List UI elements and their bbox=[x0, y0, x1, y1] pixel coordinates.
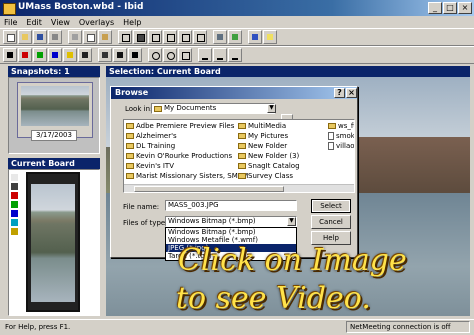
list-item[interactable]: villao bbox=[328, 141, 354, 151]
list-item[interactable]: Kevin's ITV bbox=[126, 161, 236, 171]
board-preview[interactable] bbox=[26, 172, 80, 312]
browse-dialog: Browse ? × Look in: My Documents ▼ Adbe … bbox=[110, 86, 358, 261]
overlay-line-2[interactable]: to see Video. bbox=[176, 281, 371, 316]
menu-overlays[interactable]: Overlays bbox=[79, 18, 114, 27]
menu-edit[interactable]: Edit bbox=[26, 18, 42, 27]
menu-bar: File Edit View Overlays Help bbox=[0, 16, 474, 28]
list-item[interactable]: My Pictures bbox=[238, 131, 318, 141]
status-bar: For Help, press F1. NetMeeting connectio… bbox=[0, 319, 474, 335]
look-in-value: My Documents bbox=[164, 104, 217, 112]
list-item[interactable]: MultiMedia bbox=[238, 121, 318, 131]
look-in-label: Look in: bbox=[125, 105, 153, 113]
yellow-pen-icon[interactable] bbox=[63, 48, 77, 62]
files-of-type-label: Files of type: bbox=[123, 219, 168, 227]
red-pen-icon[interactable] bbox=[18, 48, 32, 62]
new-icon[interactable] bbox=[3, 30, 17, 44]
save-icon[interactable] bbox=[33, 30, 47, 44]
list-item[interactable]: ws_ft bbox=[328, 121, 354, 131]
dialog-help-icon[interactable]: ? bbox=[334, 88, 345, 98]
layout-5-icon[interactable] bbox=[178, 30, 192, 44]
list-item[interactable]: Marist Missionary Sisters, SMSM bbox=[126, 171, 248, 181]
app-icon bbox=[3, 3, 16, 15]
green-pen-icon[interactable] bbox=[33, 48, 47, 62]
dialog-close-icon[interactable]: × bbox=[346, 88, 357, 98]
look-in-dropdown-icon[interactable]: ▼ bbox=[267, 104, 276, 113]
select-icon[interactable] bbox=[3, 48, 17, 62]
overlay-icon[interactable] bbox=[228, 30, 242, 44]
title-bar: UMass Boston.wbd - Ibid _ □ × bbox=[0, 0, 474, 16]
cut-icon[interactable] bbox=[68, 30, 82, 44]
netmeeting-status: NetMeeting connection is off bbox=[346, 321, 470, 333]
snapshots-panel: Snapshots: 1 3/17/2003 bbox=[8, 66, 100, 154]
black-pen-icon[interactable] bbox=[78, 48, 92, 62]
frame-icon[interactable] bbox=[178, 48, 192, 62]
help-icon[interactable] bbox=[263, 30, 277, 44]
line-tool-icon[interactable] bbox=[198, 48, 212, 62]
current-board-panel: Current Board bbox=[8, 158, 100, 316]
minimize-button[interactable]: _ bbox=[428, 2, 442, 14]
layout-3-icon[interactable] bbox=[148, 30, 162, 44]
list-item[interactable]: New Folder bbox=[238, 141, 318, 151]
swatch-dark-gray[interactable] bbox=[11, 183, 18, 190]
grid-icon[interactable] bbox=[213, 30, 227, 44]
list-item[interactable]: DL Training bbox=[126, 141, 236, 151]
menu-file[interactable]: File bbox=[4, 18, 17, 27]
swatch-olive[interactable] bbox=[11, 228, 18, 235]
layout-4-icon[interactable] bbox=[163, 30, 177, 44]
menu-view[interactable]: View bbox=[51, 18, 70, 27]
list-item[interactable]: Survey Class bbox=[238, 171, 318, 181]
paste-icon[interactable] bbox=[98, 30, 112, 44]
menu-help[interactable]: Help bbox=[123, 18, 141, 27]
standard-toolbar bbox=[0, 28, 474, 46]
look-in-select[interactable]: My Documents bbox=[151, 103, 275, 114]
drawing-toolbar bbox=[0, 46, 474, 64]
files-of-type-select[interactable]: Windows Bitmap (*.bmp) bbox=[165, 216, 297, 227]
blue-pen-icon[interactable] bbox=[48, 48, 62, 62]
color-palette bbox=[11, 172, 21, 312]
window-title: UMass Boston.wbd - Ibid bbox=[18, 2, 144, 12]
file-name-label: File name: bbox=[123, 203, 160, 211]
eraser-icon[interactable] bbox=[113, 48, 127, 62]
whats-this-icon[interactable] bbox=[248, 30, 262, 44]
swatch-cyan[interactable] bbox=[11, 219, 18, 226]
layout-1-icon[interactable] bbox=[118, 30, 132, 44]
maximize-button[interactable]: □ bbox=[443, 2, 457, 14]
layout-6-icon[interactable] bbox=[193, 30, 207, 44]
type-option[interactable]: Windows Bitmap (*.bmp) bbox=[166, 228, 296, 236]
layout-2-icon[interactable] bbox=[133, 30, 147, 44]
record-icon[interactable] bbox=[128, 48, 142, 62]
select-button[interactable]: Select bbox=[311, 199, 351, 213]
swatch-blue[interactable] bbox=[11, 210, 18, 217]
copy-icon[interactable] bbox=[83, 30, 97, 44]
swatch-light-gray[interactable] bbox=[11, 174, 18, 181]
files-of-type-dropdown-icon[interactable]: ▼ bbox=[287, 217, 296, 226]
list-item[interactable]: Kevin O'Rourke Productions bbox=[126, 151, 236, 161]
overlay-line-1[interactable]: Click on Image bbox=[178, 243, 407, 278]
list-item[interactable]: Adbe Premiere Preview Files bbox=[126, 121, 236, 131]
close-button[interactable]: × bbox=[458, 2, 472, 14]
dialog-title: Browse bbox=[115, 88, 149, 97]
list-item[interactable]: SnagIt Catalog bbox=[238, 161, 318, 171]
zoom-out-icon[interactable] bbox=[163, 48, 177, 62]
snapshot-date: 3/17/2003 bbox=[31, 130, 77, 141]
list-item[interactable]: Alzheimer's bbox=[126, 131, 236, 141]
text-tool-icon[interactable] bbox=[228, 48, 242, 62]
horizontal-scrollbar[interactable] bbox=[124, 184, 354, 192]
dialog-title-bar: Browse ? × bbox=[111, 87, 357, 99]
list-item[interactable]: New Folder (3) bbox=[238, 151, 318, 161]
swatch-red[interactable] bbox=[11, 192, 18, 199]
file-list: Adbe Premiere Preview Files Alzheimer's … bbox=[123, 119, 355, 193]
zoom-in-icon[interactable] bbox=[148, 48, 162, 62]
status-help-text: For Help, press F1. bbox=[5, 323, 71, 331]
list-item[interactable]: smoke bbox=[328, 131, 354, 141]
arrow-tool-icon[interactable] bbox=[213, 48, 227, 62]
file-name-input[interactable]: MASS_003.JPG bbox=[165, 200, 297, 211]
swatch-green[interactable] bbox=[11, 201, 18, 208]
open-icon[interactable] bbox=[18, 30, 32, 44]
scroll-thumb[interactable] bbox=[134, 186, 284, 192]
stamp-icon[interactable] bbox=[98, 48, 112, 62]
print-icon[interactable] bbox=[48, 30, 62, 44]
cancel-button[interactable]: Cancel bbox=[311, 215, 351, 229]
